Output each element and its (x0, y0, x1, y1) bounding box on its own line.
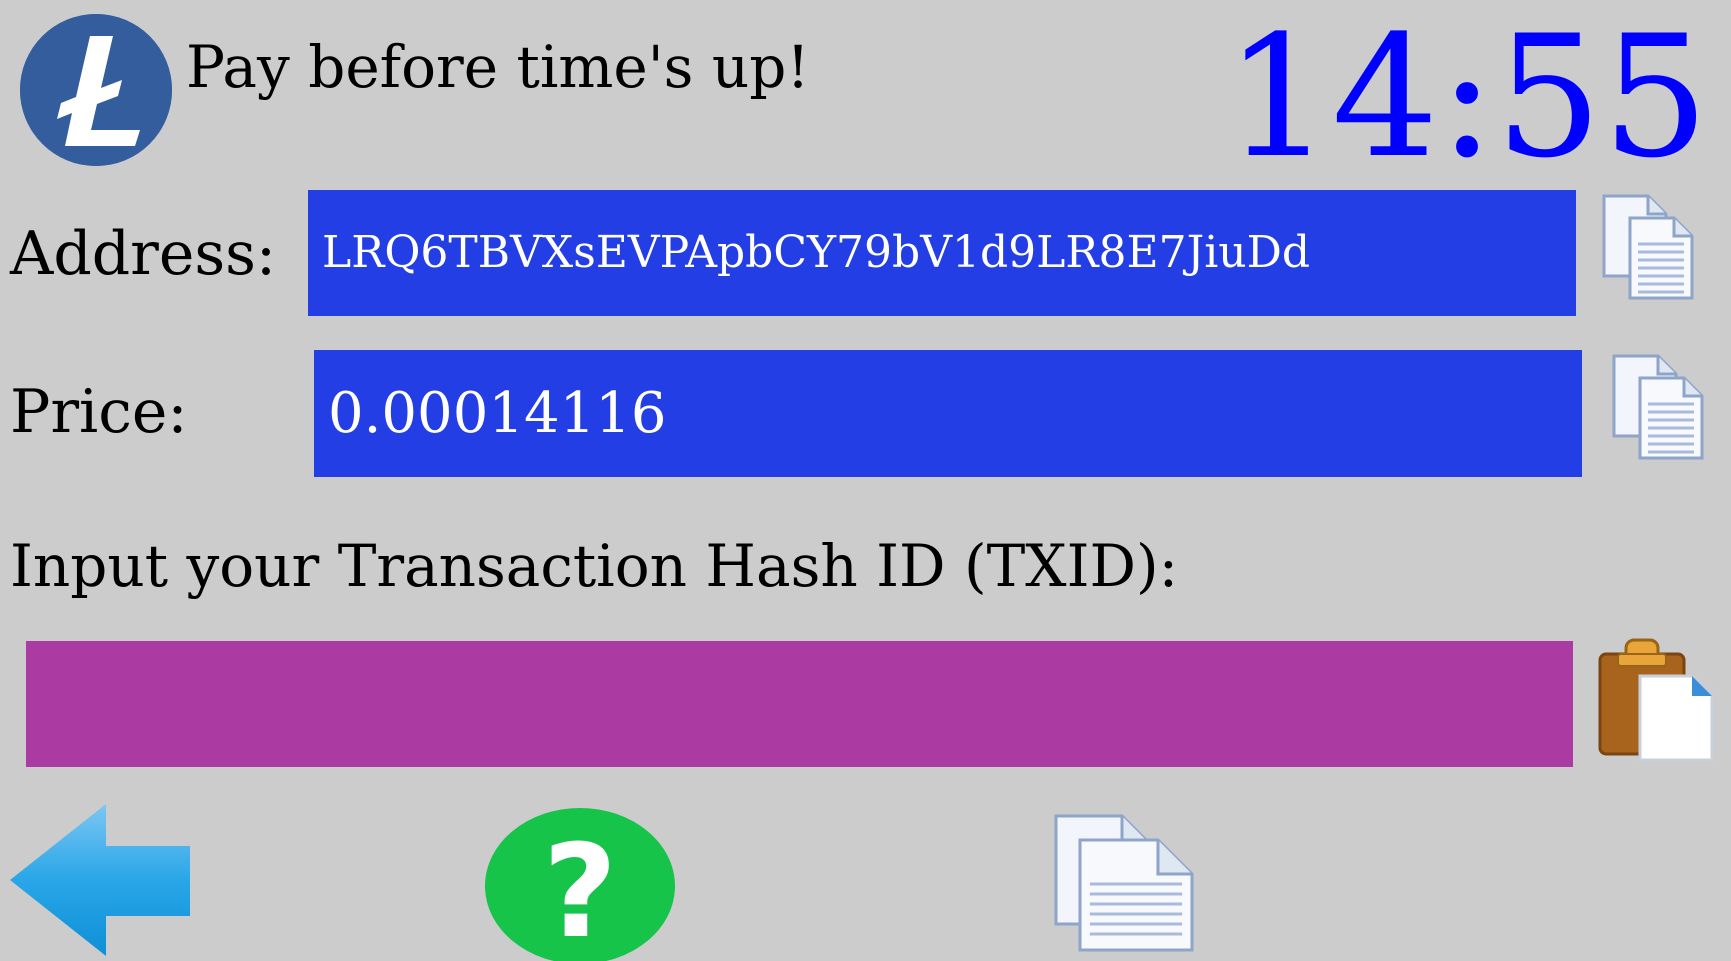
help-icon[interactable]: ? (484, 806, 676, 961)
header-message: Pay before time's up! (186, 33, 810, 101)
address-value[interactable]: LRQ6TBVXsEVPApbCY79bV1d9LR8E7JiuDd (308, 190, 1576, 316)
paste-icon[interactable] (1596, 632, 1716, 762)
copy-price-icon[interactable] (1610, 352, 1714, 464)
price-label: Price: (10, 377, 188, 447)
litecoin-logo-icon (20, 14, 172, 166)
txid-input[interactable] (26, 641, 1573, 767)
copy-all-icon[interactable] (1052, 812, 1200, 954)
back-arrow-icon[interactable] (10, 804, 190, 956)
price-value[interactable]: 0.00014116 (314, 350, 1582, 477)
copy-address-icon[interactable] (1600, 192, 1704, 304)
svg-text:?: ? (543, 818, 617, 961)
countdown-timer: 14:55 (1224, 0, 1709, 195)
payment-screen: Pay before time's up! 14:55 Address: LRQ… (0, 0, 1731, 961)
address-label: Address: (10, 219, 277, 289)
txid-label: Input your Transaction Hash ID (TXID): (10, 532, 1179, 600)
